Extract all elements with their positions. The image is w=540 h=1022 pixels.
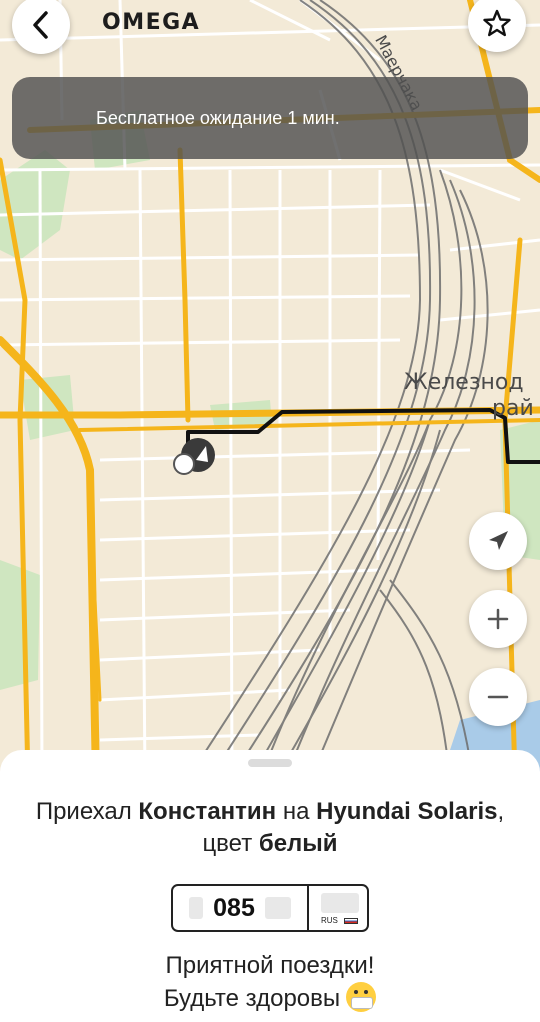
plate-region: RUS — [309, 886, 367, 930]
plate-country: RUS — [321, 916, 338, 925]
plus-icon — [487, 608, 509, 630]
wish-line-1: Приятной поездки! — [165, 952, 375, 979]
star-icon — [483, 9, 511, 37]
free-wait-banner: Бесплатное ожидание 1 мин. — [12, 77, 528, 159]
plate-main: 085 — [173, 886, 309, 930]
car-model: Hyundai Solaris — [316, 798, 498, 825]
zoom-in-button[interactable] — [469, 590, 527, 648]
arrival-prefix: Приехал — [35, 798, 139, 825]
russia-flag-icon — [344, 918, 358, 924]
district-label: Железнод — [404, 370, 524, 395]
car-color: белый — [258, 830, 338, 857]
minus-icon — [487, 695, 509, 699]
plate-number: 085 — [213, 893, 255, 922]
banner-text: Бесплатное ожидание 1 мин. — [96, 107, 340, 128]
trip-info-sheet: Приехал Константин на Hyundai Solaris, ц… — [0, 750, 540, 1022]
arrival-message: Приехал Константин на Hyundai Solaris, ц… — [30, 796, 510, 860]
navigation-arrow-icon — [489, 531, 508, 550]
wish-line-2: Будьте здоровы — [30, 982, 510, 1015]
zoom-out-button[interactable] — [469, 668, 527, 726]
plate-region-code-hidden — [321, 893, 359, 913]
trip-screen: Маерчака Железнод рай OMEGA Бесплатное о… — [0, 0, 540, 1022]
plate-letters-hidden — [264, 897, 291, 919]
license-plate: 085 RUS — [171, 884, 369, 932]
app-logo: OMEGA — [102, 10, 201, 35]
sheet-drag-handle[interactable] — [248, 759, 292, 767]
plate-letter-hidden — [189, 897, 204, 919]
medical-mask-emoji-icon — [346, 982, 377, 1012]
wish-line-2-text: Будьте здоровы — [163, 985, 341, 1012]
district-label-line2: рай — [492, 396, 534, 421]
driver-name: Константин — [138, 798, 277, 825]
chevron-left-icon — [33, 11, 48, 39]
locate-button[interactable] — [469, 512, 527, 570]
arrival-middle: на — [276, 798, 317, 825]
farewell-message: Приятной поездки! Будьте здоровы — [30, 950, 510, 1015]
